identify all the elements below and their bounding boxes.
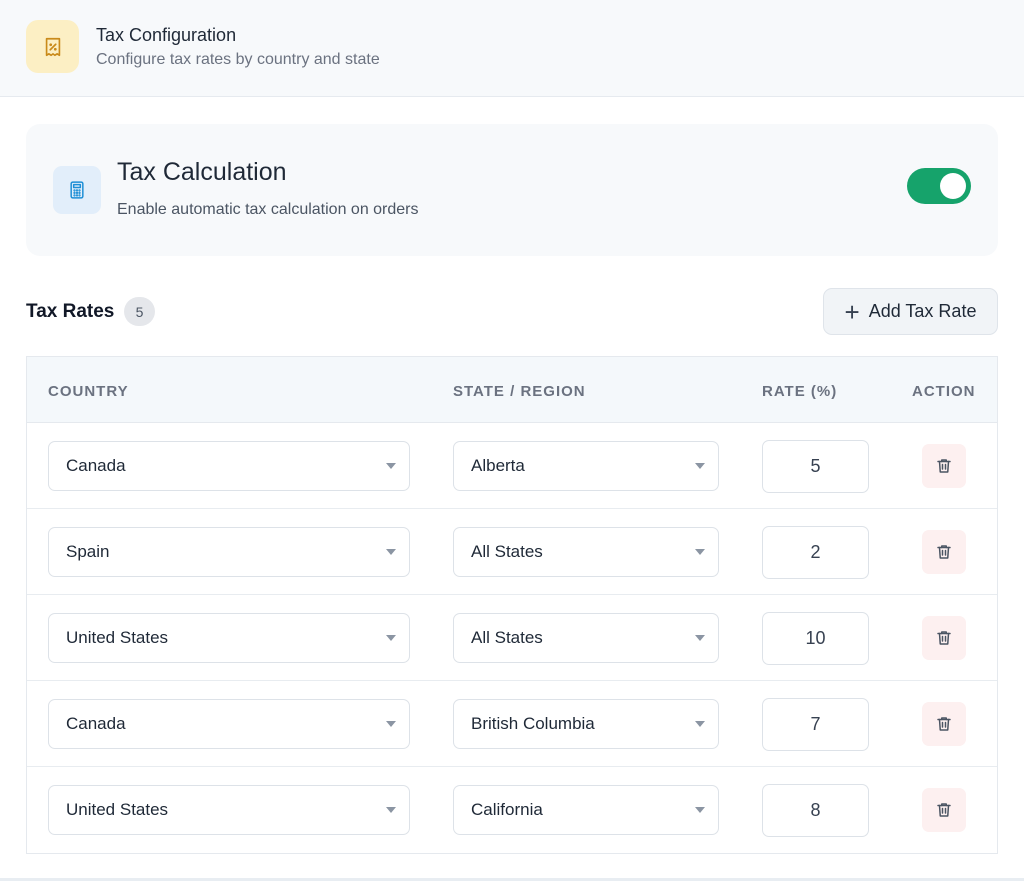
receipt-percent-icon [26,20,79,73]
trash-icon [937,459,951,473]
column-header-state: STATE / REGION [453,383,586,400]
chevron-down-icon [695,807,705,813]
chevron-down-icon [386,549,396,555]
state-select[interactable]: Alberta [453,441,719,491]
chevron-down-icon [695,635,705,641]
rate-input[interactable]: 7 [762,698,869,751]
rate-input[interactable]: 10 [762,612,869,665]
table-row: United States All States 10 [27,595,997,681]
tax-calculation-card: Tax Calculation Enable automatic tax cal… [26,124,998,256]
table-row: Spain All States 2 [27,509,997,595]
country-select[interactable]: Canada [48,441,410,491]
state-select-value: All States [471,542,543,561]
country-select[interactable]: Canada [48,699,410,749]
state-select[interactable]: British Columbia [453,699,719,749]
country-select[interactable]: Spain [48,527,410,577]
tax-rates-table: COUNTRY STATE / REGION RATE (%) ACTION C… [26,356,998,854]
add-tax-rate-button[interactable]: + Add Tax Rate [823,288,998,335]
rate-input[interactable]: 2 [762,526,869,579]
delete-row-button[interactable] [922,788,966,832]
table-header: COUNTRY STATE / REGION RATE (%) ACTION [27,357,997,423]
delete-row-button[interactable] [922,616,966,660]
state-select-value: California [471,800,543,819]
table-row: Canada Alberta 5 [27,423,997,509]
trash-icon [937,545,951,559]
trash-icon [937,717,951,731]
state-select[interactable]: All States [453,527,719,577]
chevron-down-icon [695,463,705,469]
trash-icon [937,631,951,645]
table-row: United States California 8 [27,767,997,853]
state-select-value: British Columbia [471,714,595,733]
rate-input[interactable]: 5 [762,440,869,493]
table-row: Canada British Columbia 7 [27,681,997,767]
delete-row-button[interactable] [922,444,966,488]
chevron-down-icon [386,635,396,641]
calculator-icon [53,166,101,214]
add-tax-rate-label: Add Tax Rate [868,301,977,321]
country-select-value: United States [66,800,169,819]
tax-calculation-toggle[interactable] [907,168,971,204]
country-select-value: United States [66,628,169,647]
country-select-value: Canada [66,714,126,733]
tax-calculation-description: Enable automatic tax calculation on orde… [117,201,419,218]
trash-icon [937,803,951,817]
country-select-value: Canada [66,456,126,475]
chevron-down-icon [386,463,396,469]
country-select[interactable]: United States [48,613,410,663]
chevron-down-icon [386,807,396,813]
state-select-value: All States [471,628,543,647]
delete-row-button[interactable] [922,702,966,746]
chevron-down-icon [695,549,705,555]
delete-row-button[interactable] [922,530,966,574]
rate-input[interactable]: 8 [762,784,869,837]
toggle-knob [940,173,966,199]
country-select[interactable]: United States [48,785,410,835]
country-select-value: Spain [66,542,110,561]
page-subtitle: Configure tax rates by country and state [96,51,380,68]
state-select-value: Alberta [471,456,525,475]
plus-icon: + [844,296,860,327]
chevron-down-icon [386,721,396,727]
tax-rates-count-badge: 5 [124,297,155,326]
tax-rates-title: Tax Rates [26,301,115,322]
panel-header: Tax Configuration Configure tax rates by… [0,0,1024,97]
column-header-rate: RATE (%) [762,383,838,400]
page-title: Tax Configuration [96,25,237,45]
state-select[interactable]: All States [453,613,719,663]
tax-configuration-panel: Tax Configuration Configure tax rates by… [0,0,1024,881]
chevron-down-icon [695,721,705,727]
state-select[interactable]: California [453,785,719,835]
column-header-action: ACTION [912,383,976,400]
column-header-country: COUNTRY [48,383,129,400]
tax-calculation-title: Tax Calculation [117,158,287,186]
